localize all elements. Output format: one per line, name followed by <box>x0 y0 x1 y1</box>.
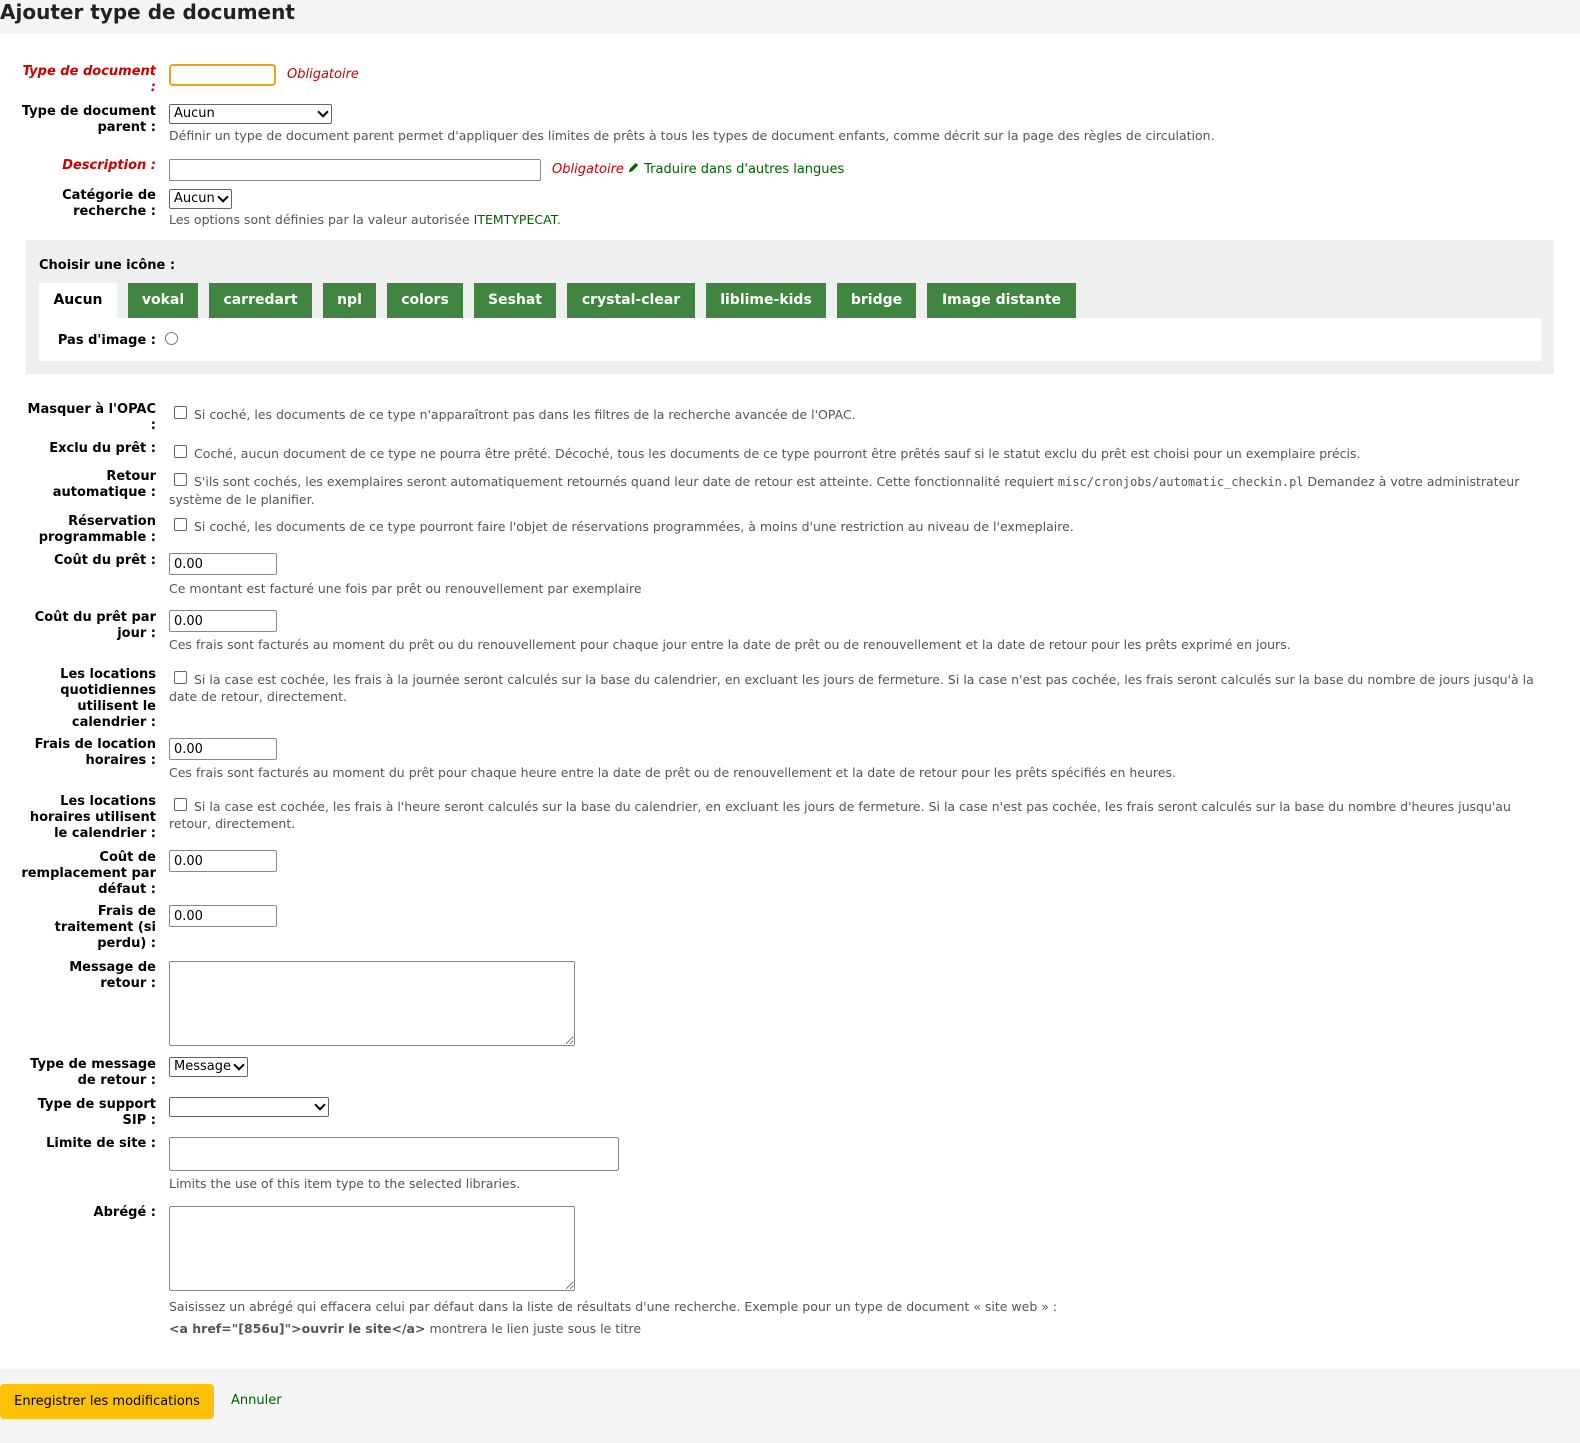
tab-carredart[interactable]: carredart <box>209 283 312 318</box>
auto-checkin-label: Retour automatique : <box>52 469 156 500</box>
parent-select[interactable]: Aucun <box>169 104 332 124</box>
notforloan-checkbox[interactable] <box>174 445 187 458</box>
bookable-hint: Si coché, les documents de ce type pourr… <box>194 519 1074 534</box>
chevron-down-icon <box>314 1099 326 1111</box>
processfee-label: Frais de traitement (si perdu) : <box>54 904 156 951</box>
notforloan-hint: Coché, aucun document de ce type ne pour… <box>194 446 1361 461</box>
daily-calendar-label: Les locations quotidiennes utilisent le … <box>60 667 156 730</box>
checkinmsgtype-select[interactable]: Message <box>169 1057 248 1077</box>
branches-input[interactable] <box>169 1137 619 1171</box>
hide-opac-checkbox[interactable] <box>174 406 187 419</box>
chevron-down-icon <box>233 1059 245 1071</box>
tab-seshat[interactable]: Seshat <box>474 283 556 318</box>
tab-crystal-clear[interactable]: crystal-clear <box>567 283 695 318</box>
parent-label: Type de document parent : <box>21 104 156 135</box>
searchcategory-select-value: Aucun <box>174 191 215 206</box>
item-type-form: Type de document : Obligatoire Type de d… <box>0 34 1580 1369</box>
tab-liblime-kids[interactable]: liblime-kids <box>706 283 826 318</box>
rentalcharge-daily-input[interactable] <box>169 610 277 632</box>
daily-calendar-hint: Si la case est cochée, les frais à la jo… <box>169 672 1534 704</box>
description-input[interactable] <box>169 159 541 181</box>
checkinmsg-label: Message de retour : <box>69 960 156 991</box>
description-label: Description : <box>62 158 156 173</box>
hide-opac-hint: Si coché, les documents de ce type n'app… <box>194 407 856 422</box>
summary-example-suffix: montrera le lien juste sous le titre <box>425 1321 642 1336</box>
tab-npl[interactable]: npl <box>323 283 376 318</box>
itemtype-label: Type de document : <box>22 64 156 95</box>
translate-label: Traduire dans d'autres langues <box>644 162 845 177</box>
pencil-icon <box>628 162 639 173</box>
tab-bridge[interactable]: bridge <box>837 283 916 318</box>
processfee-input[interactable] <box>169 905 277 927</box>
checkinmsgtype-label: Type de message de retour : <box>30 1057 156 1088</box>
rentalcharge-hourly-label: Frais de location horaires : <box>34 737 156 768</box>
itemtypecat-link[interactable]: ITEMTYPECAT <box>474 212 557 227</box>
searchcategory-hint-text: Les options sont définies par la valeur … <box>169 212 474 227</box>
no-image-label: Pas d'image : <box>57 333 156 348</box>
hourly-calendar-label: Les locations horaires utilisent le cale… <box>29 794 156 841</box>
chevron-down-icon <box>217 191 229 203</box>
rentalcharge-hint: Ce montant est facturé une fois par prêt… <box>169 581 642 596</box>
bookable-checkbox[interactable] <box>174 518 187 531</box>
parent-hint: Définir un type de document parent perme… <box>169 128 1215 143</box>
page-title: Ajouter type de document <box>0 0 295 24</box>
sip-media-select[interactable] <box>169 1097 329 1117</box>
summary-hint: Saisissez un abrégé qui effacera celui p… <box>169 1299 1058 1314</box>
rentalcharge-input[interactable] <box>169 553 277 575</box>
branches-label: Limite de site : <box>46 1136 156 1151</box>
auto-checkin-hint-text: S'ils sont cochés, les exemplaires seron… <box>194 474 1058 489</box>
checkinmsgtype-select-value: Message <box>174 1059 231 1074</box>
hide-opac-label: Masquer à l'OPAC : <box>27 402 156 433</box>
auto-checkin-script: misc/cronjobs/automatic_checkin.pl <box>1057 475 1304 489</box>
searchcategory-hint-suffix: . <box>556 212 561 227</box>
searchcategory-hint: Les options sont définies par la valeur … <box>169 211 561 228</box>
form-actions: Enregistrer les modifications Annuler <box>0 1369 1580 1443</box>
auto-checkin-hint: S'ils sont cochés, les exemplaires seron… <box>169 473 1539 508</box>
tab-image-distante[interactable]: Image distante <box>927 283 1076 318</box>
branches-hint: Limits the use of this item type to the … <box>169 1176 521 1191</box>
notforloan-label: Exclu du prêt : <box>49 441 156 456</box>
chevron-down-icon <box>317 106 329 118</box>
summary-label: Abrégé : <box>93 1205 156 1220</box>
parent-select-value: Aucun <box>174 106 215 121</box>
searchcategory-select[interactable]: Aucun <box>169 189 232 209</box>
tab-panel-aucun: Pas d'image : <box>39 318 1541 361</box>
rentalcharge-hourly-input[interactable] <box>169 738 277 760</box>
replacecost-label: Coût de remplacement par défaut : <box>21 850 156 897</box>
tab-aucun[interactable]: Aucun <box>39 283 117 318</box>
hourly-calendar-hint: Si la case est cochée, les frais à l'heu… <box>169 799 1511 831</box>
rentalcharge-label: Coût du prêt : <box>53 553 156 568</box>
bookable-label: Réservation programmable : <box>38 514 156 545</box>
summary-example-code: <a href="[856u]">ouvrir le site</a> <box>169 1321 426 1336</box>
description-required-note: Obligatoire <box>552 162 624 177</box>
no-image-radio[interactable] <box>165 332 178 345</box>
sip-media-label: Type de support SIP : <box>37 1097 156 1128</box>
icon-chooser-label: Choisir une icône : <box>39 258 176 273</box>
checkinmsg-textarea[interactable] <box>169 961 575 1046</box>
itemtype-required-note: Obligatoire <box>287 67 359 82</box>
itemtype-input[interactable] <box>169 64 276 86</box>
rentalcharge-daily-label: Coût du prêt par jour : <box>34 610 156 641</box>
summary-textarea[interactable] <box>169 1206 575 1291</box>
searchcategory-label: Catégorie de recherche : <box>62 188 156 219</box>
icon-chooser: Choisir une icône : Aucun vokal carredar… <box>26 240 1554 374</box>
rentalcharge-hourly-hint: Ces frais sont facturés au moment du prê… <box>169 765 1176 780</box>
save-button[interactable]: Enregistrer les modifications <box>0 1384 214 1419</box>
rentalcharge-daily-hint: Ces frais sont facturés au moment du prê… <box>169 637 1291 652</box>
tab-vokal[interactable]: vokal <box>128 283 198 318</box>
replacecost-input[interactable] <box>169 850 277 872</box>
translate-link[interactable]: Traduire dans d'autres langues <box>627 161 844 177</box>
tab-colors[interactable]: colors <box>387 283 463 318</box>
summary-example: <a href="[856u]">ouvrir le site</a> mont… <box>169 1320 641 1337</box>
cancel-link[interactable]: Annuler <box>231 1393 282 1408</box>
